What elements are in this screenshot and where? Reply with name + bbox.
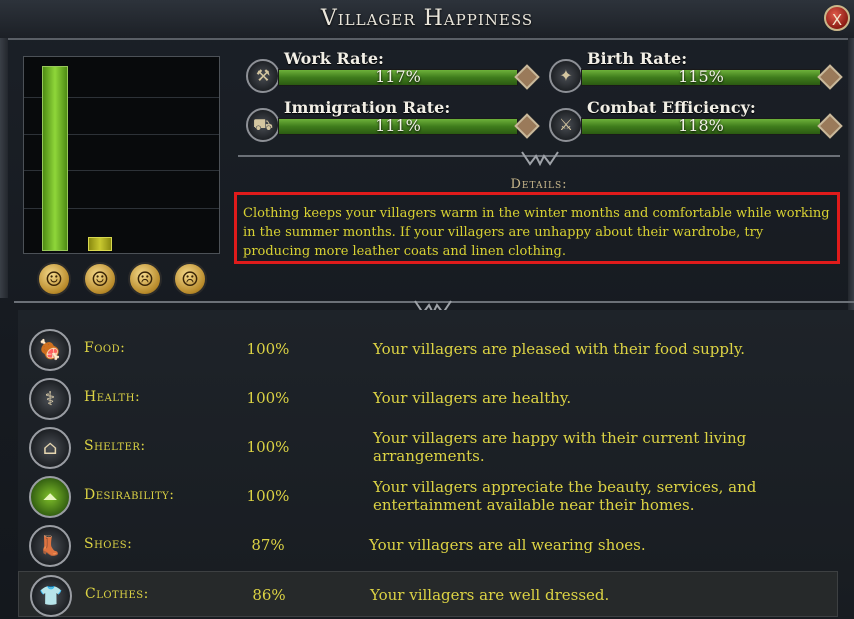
factor-row-clothes[interactable]: 👕 Clothes: 86% Your villagers are well d… — [18, 571, 838, 617]
neutral-mask-icon: ☹ — [128, 262, 162, 296]
villager-happiness-window: Villager Happiness X ☺ ☺ ☹ ☹ ⚒ Work Rate… — [0, 0, 854, 619]
factor-name: Shelter: — [84, 438, 146, 454]
title-bar: Villager Happiness X — [0, 0, 854, 40]
cradle-icon: ✦ — [549, 59, 583, 93]
immigration-rate-indicator: ⛟ Immigration Rate: 111% — [246, 98, 546, 146]
factor-name: Food: — [84, 340, 126, 356]
rate-label: Immigration Rate: — [284, 98, 451, 117]
rate-value: 111% — [375, 116, 421, 135]
happy-mask-icon: ☺ — [37, 262, 71, 296]
happiness-graph — [23, 56, 220, 254]
birth-rate-indicator: ✦ Birth Rate: 115% — [549, 49, 849, 97]
diamond-icon — [817, 113, 843, 139]
factor-name: Health: — [84, 389, 141, 405]
sword-icon: ⚔ — [549, 108, 583, 142]
factor-description: Your villagers appreciate the beauty, se… — [373, 478, 757, 514]
factor-name: Clothes: — [85, 586, 149, 602]
sad-mask-icon: ☹ — [173, 262, 207, 296]
rate-value: 117% — [375, 67, 421, 86]
ornament-icon — [521, 151, 559, 167]
window-frame-left — [0, 38, 8, 298]
details-heading: Details: — [510, 177, 568, 192]
factor-description: Your villagers are healthy. — [373, 389, 572, 407]
factor-percent: 87% — [251, 536, 285, 554]
content-mask-icon: ☺ — [83, 262, 117, 296]
diamond-icon — [817, 64, 843, 90]
caduceus-icon: ⚕ — [29, 378, 71, 420]
boots-icon: 👢 — [29, 525, 71, 567]
factor-row-shelter[interactable]: ⌂ Shelter: 100% Your villagers are happy… — [18, 424, 838, 470]
work-axe-icon: ⚒ — [246, 59, 280, 93]
meat-icon: 🍖 — [29, 329, 71, 371]
wagon-icon: ⛟ — [246, 108, 280, 142]
factor-percent: 100% — [246, 389, 290, 407]
combat-efficiency-indicator: ⚔ Combat Efficiency: 118% — [549, 98, 849, 146]
factor-description: Your villagers are pleased with their fo… — [373, 340, 746, 358]
factor-row-food[interactable]: 🍖 Food: 100% Your villagers are pleased … — [18, 326, 838, 372]
factor-description: Your villagers are all wearing shoes. — [369, 536, 646, 554]
graph-bar-happy — [42, 66, 68, 251]
factor-description: Your villagers are happy with their curr… — [373, 429, 747, 465]
factor-percent: 100% — [246, 487, 290, 505]
factor-percent: 100% — [246, 340, 290, 358]
house-icon: ⌂ — [29, 427, 71, 469]
graph-bar-content — [88, 237, 112, 251]
close-button[interactable]: X — [824, 5, 850, 31]
chevron-up-icon: ⏶ — [29, 476, 71, 518]
rate-value: 118% — [678, 116, 724, 135]
diamond-icon — [514, 113, 540, 139]
factor-name: Desirability: — [84, 487, 175, 503]
work-rate-indicator: ⚒ Work Rate: 117% — [246, 49, 546, 97]
diamond-icon — [514, 64, 540, 90]
happiness-factors-list: 🍖 Food: 100% Your villagers are pleased … — [18, 310, 854, 619]
rate-label: Work Rate: — [284, 49, 384, 68]
rate-label: Birth Rate: — [587, 49, 688, 68]
factor-row-health[interactable]: ⚕ Health: 100% Your villagers are health… — [18, 375, 838, 421]
factor-percent: 100% — [246, 438, 290, 456]
factor-row-shoes[interactable]: 👢 Shoes: 87% Your villagers are all wear… — [18, 522, 838, 568]
rate-value: 115% — [678, 67, 724, 86]
factor-percent: 86% — [252, 586, 286, 604]
window-title: Villager Happiness — [320, 6, 534, 31]
factor-row-desirability[interactable]: ⏶ Desirability: 100% Your villagers appr… — [18, 473, 838, 519]
rate-label: Combat Efficiency: — [587, 98, 756, 117]
details-text: Clothing keeps your villagers warm in th… — [234, 192, 840, 264]
factor-description: Your villagers are well dressed. — [370, 586, 610, 604]
factor-name: Shoes: — [84, 536, 133, 552]
tunic-icon: 👕 — [30, 575, 72, 617]
